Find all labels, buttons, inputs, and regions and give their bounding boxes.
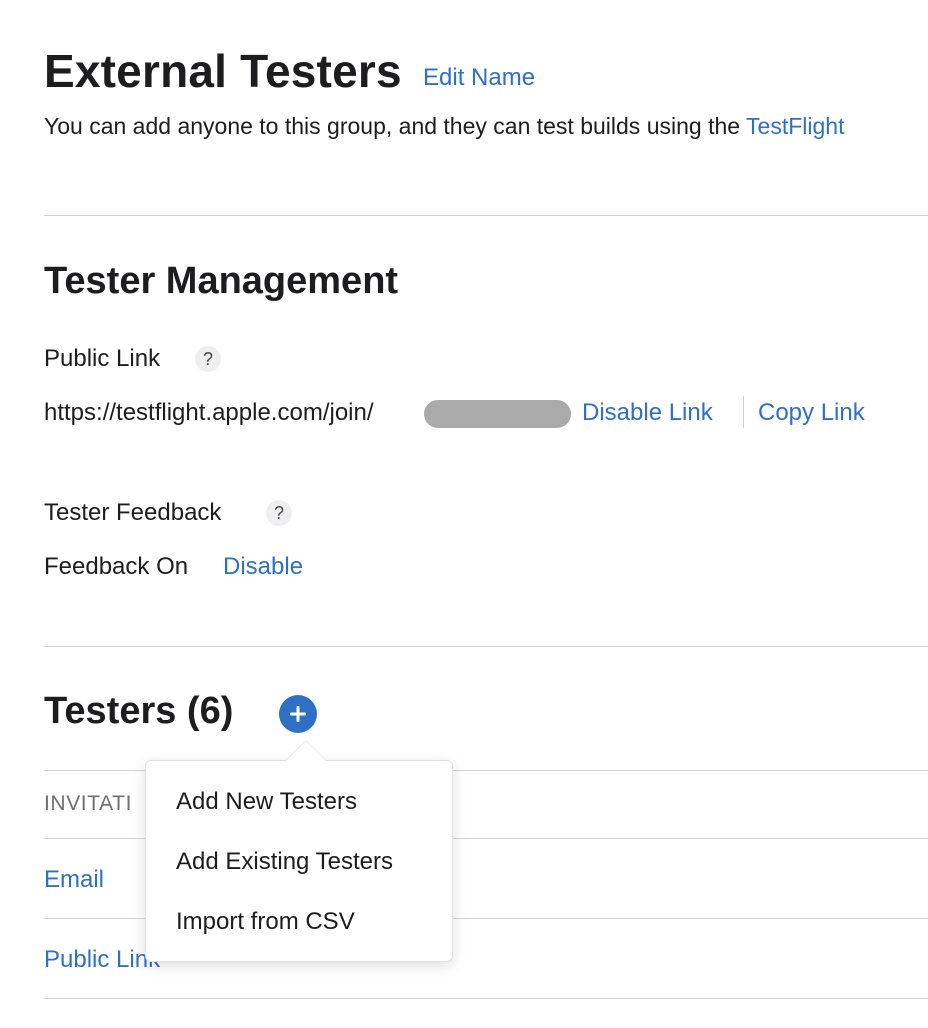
testers-heading: Testers (6)	[44, 690, 234, 732]
testflight-link[interactable]: TestFlight	[746, 113, 844, 139]
disable-feedback-button[interactable]: Disable	[223, 553, 303, 581]
copy-link-button[interactable]: Copy Link	[758, 399, 865, 427]
add-testers-button[interactable]	[279, 695, 317, 733]
redacted-link-code	[424, 400, 571, 428]
table-row-divider	[44, 998, 928, 999]
feedback-status: Feedback On	[44, 553, 189, 580]
menu-item-import-from-csv[interactable]: Import from CSV	[176, 908, 355, 936]
table-row-email[interactable]: Email	[44, 866, 104, 894]
public-link-help-icon[interactable]: ?	[195, 346, 221, 372]
public-link-url: https://testflight.apple.com/join/	[44, 399, 374, 426]
menu-item-add-new-testers[interactable]: Add New Testers	[176, 788, 357, 816]
edit-name-link[interactable]: Edit Name	[423, 64, 535, 92]
description-text: You can add anyone to this group, and th…	[44, 113, 747, 139]
tester-management-heading: Tester Management	[44, 260, 399, 302]
link-actions-separator	[743, 396, 744, 428]
disable-link-button[interactable]: Disable Link	[582, 399, 713, 427]
tester-feedback-help-icon[interactable]: ?	[266, 500, 292, 526]
table-row-public-link[interactable]: Public Link	[44, 946, 160, 974]
invitation-column-header: INVITATI	[44, 792, 133, 815]
page-title: External Testers	[44, 45, 402, 97]
section-divider	[44, 215, 928, 216]
group-description: You can add anyone to this group, and th…	[44, 113, 844, 140]
section-divider	[44, 646, 928, 647]
menu-item-add-existing-testers[interactable]: Add Existing Testers	[176, 848, 393, 876]
plus-icon	[290, 706, 306, 722]
add-testers-menu: Add New Testers Add Existing Testers Imp…	[145, 760, 453, 962]
public-link-label: Public Link	[44, 345, 161, 372]
menu-pointer-arrow	[286, 741, 326, 761]
tester-feedback-label: Tester Feedback	[44, 499, 222, 526]
